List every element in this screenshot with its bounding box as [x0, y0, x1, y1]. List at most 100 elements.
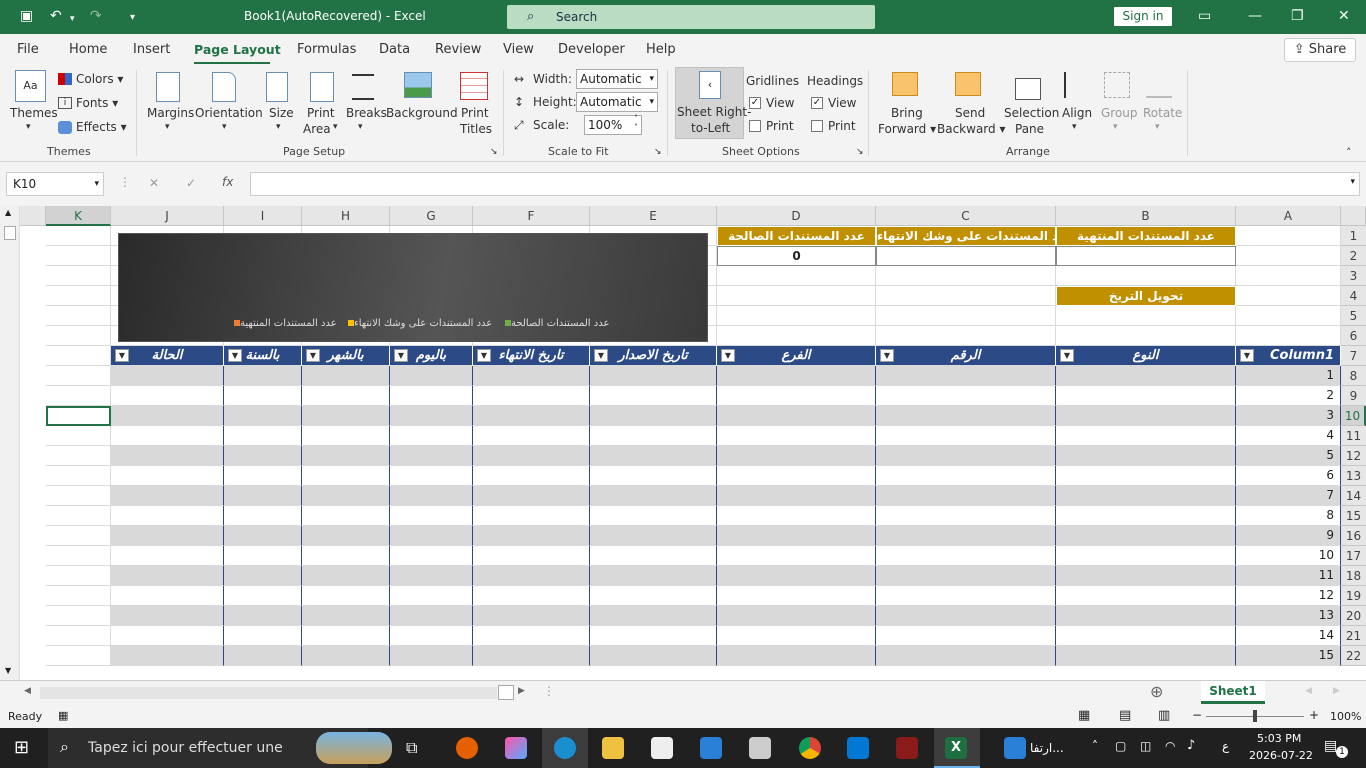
- column-header-b[interactable]: B: [1056, 206, 1236, 226]
- cell-c11[interactable]: [876, 426, 1056, 446]
- column-header-e[interactable]: E: [590, 206, 717, 226]
- formula-input[interactable]: ▾: [250, 172, 1360, 196]
- cell-c6[interactable]: [876, 326, 1056, 346]
- sheet-options-launcher-icon[interactable]: ↘: [856, 147, 864, 157]
- save-icon[interactable]: ▣: [20, 9, 33, 23]
- chart-area[interactable]: عدد المستندات الصالحة عدد المستندات على و…: [118, 233, 708, 342]
- cell-a8[interactable]: 1: [1236, 366, 1341, 386]
- scale-input[interactable]: 100% ˄ ˅: [584, 114, 642, 135]
- cell-a22[interactable]: 15: [1236, 646, 1341, 666]
- cell-b15[interactable]: [1056, 506, 1236, 526]
- cell-k16[interactable]: [46, 526, 111, 546]
- filter-dropdown-icon[interactable]: ▼: [594, 349, 608, 362]
- send-backward-icon[interactable]: [955, 72, 981, 96]
- cell-d13[interactable]: [717, 466, 876, 486]
- breaks-icon[interactable]: [352, 74, 374, 100]
- zoom-out-icon[interactable]: −: [1192, 708, 1202, 722]
- cell-k4[interactable]: [46, 286, 111, 306]
- cell-c13[interactable]: [876, 466, 1056, 486]
- cell-j12[interactable]: [111, 446, 224, 466]
- header-cell-c1[interactable]: عدد المستندات على وشك الانتهاء: [876, 226, 1056, 246]
- cell-k5[interactable]: [46, 306, 111, 326]
- cell-c3[interactable]: [876, 266, 1056, 286]
- bring-forward-label-1[interactable]: Bring: [891, 106, 923, 120]
- restore-icon[interactable]: ❐: [1291, 9, 1304, 23]
- cell-c7[interactable]: الرقم ▼: [876, 346, 1056, 366]
- cell-a17[interactable]: 10: [1236, 546, 1341, 566]
- cell-i12[interactable]: [224, 446, 302, 466]
- margins-icon[interactable]: [156, 72, 180, 102]
- cell-d10[interactable]: [717, 406, 876, 426]
- chart-legend-item[interactable]: عدد المستندات على وشك الانتهاء: [345, 318, 492, 329]
- orientation-dropdown-icon[interactable]: ▾: [222, 122, 227, 132]
- cell-d16[interactable]: [717, 526, 876, 546]
- height-select[interactable]: Automatic ▾: [576, 92, 658, 112]
- winrar-icon[interactable]: [896, 737, 918, 759]
- new-sheet-icon[interactable]: ⊕: [1150, 682, 1163, 701]
- store-icon[interactable]: [651, 737, 673, 759]
- cell-d3[interactable]: [717, 266, 876, 286]
- row-header-9[interactable]: 9: [1341, 386, 1366, 406]
- cell-k19[interactable]: [46, 586, 111, 606]
- cell-i18[interactable]: [224, 566, 302, 586]
- print-titles-icon[interactable]: [460, 72, 488, 100]
- cell-h20[interactable]: [302, 606, 390, 626]
- hscroll-right-icon[interactable]: ▶: [518, 686, 525, 696]
- cell-e9[interactable]: [590, 386, 717, 406]
- cell-b22[interactable]: [1056, 646, 1236, 666]
- cell-g19[interactable]: [390, 586, 473, 606]
- task-view-icon[interactable]: ⧉: [406, 738, 417, 758]
- filter-dropdown-icon[interactable]: ▼: [306, 349, 320, 362]
- vscode-icon[interactable]: [847, 737, 869, 759]
- tray-overflow-icon[interactable]: ˄: [1092, 739, 1098, 753]
- print-area-label-2[interactable]: Area: [303, 122, 331, 136]
- print-titles-label-1[interactable]: Print: [461, 106, 489, 120]
- copilot-icon[interactable]: [505, 737, 527, 759]
- vertical-scrollbar[interactable]: ▲ ▼: [0, 206, 20, 680]
- cell-h11[interactable]: [302, 426, 390, 446]
- header-cell-d1[interactable]: عدد المستندات الصالحة: [717, 226, 876, 246]
- cell-h17[interactable]: [302, 546, 390, 566]
- collapse-ribbon-icon[interactable]: ˄: [1346, 146, 1352, 159]
- tab-data[interactable]: Data: [379, 42, 410, 57]
- cell-i22[interactable]: [224, 646, 302, 666]
- filter-dropdown-icon[interactable]: ▼: [1060, 349, 1074, 362]
- worksheet-grid[interactable]: ▲ ▼ K J I H G F E D C B A 1 عدد المستندات…: [0, 206, 1366, 680]
- cell-b5[interactable]: [1056, 306, 1236, 326]
- cell-c17[interactable]: [876, 546, 1056, 566]
- headings-print-checkbox[interactable]: [811, 120, 823, 132]
- cell-f15[interactable]: [473, 506, 590, 526]
- minimize-icon[interactable]: —: [1248, 9, 1262, 23]
- cell-e7[interactable]: تاريخ الاصدار ▼: [590, 346, 717, 366]
- cell-d20[interactable]: [717, 606, 876, 626]
- print-area-icon[interactable]: [310, 72, 334, 102]
- tab-split-icon[interactable]: ⋮: [543, 684, 555, 698]
- language-indicator[interactable]: ع: [1222, 739, 1229, 753]
- cell-g20[interactable]: [390, 606, 473, 626]
- cell-e18[interactable]: [590, 566, 717, 586]
- cell-f13[interactable]: [473, 466, 590, 486]
- filter-dropdown-icon[interactable]: ▼: [721, 349, 735, 362]
- fonts-button[interactable]: Fonts ▾: [76, 96, 118, 110]
- close-icon[interactable]: ✕: [1338, 9, 1350, 23]
- cell-b10[interactable]: [1056, 406, 1236, 426]
- cell-j15[interactable]: [111, 506, 224, 526]
- cell-k1[interactable]: [46, 226, 111, 246]
- cell-a19[interactable]: 12: [1236, 586, 1341, 606]
- filter-dropdown-icon[interactable]: ▼: [394, 349, 408, 362]
- cell-c14[interactable]: [876, 486, 1056, 506]
- cell-j17[interactable]: [111, 546, 224, 566]
- row-header-11[interactable]: 11: [1341, 426, 1366, 446]
- zoom-slider-thumb[interactable]: [1253, 710, 1257, 722]
- outlook-window-icon[interactable]: [1004, 737, 1026, 759]
- cell-c20[interactable]: [876, 606, 1056, 626]
- row-header-3[interactable]: 3: [1341, 266, 1366, 286]
- cell-i21[interactable]: [224, 626, 302, 646]
- cell-a18[interactable]: 11: [1236, 566, 1341, 586]
- filter-dropdown-icon[interactable]: ▼: [1240, 349, 1254, 362]
- margins-button[interactable]: Margins: [147, 106, 194, 120]
- cell-i14[interactable]: [224, 486, 302, 506]
- zoom-in-icon[interactable]: +: [1309, 708, 1319, 722]
- cell-j9[interactable]: [111, 386, 224, 406]
- cell-f17[interactable]: [473, 546, 590, 566]
